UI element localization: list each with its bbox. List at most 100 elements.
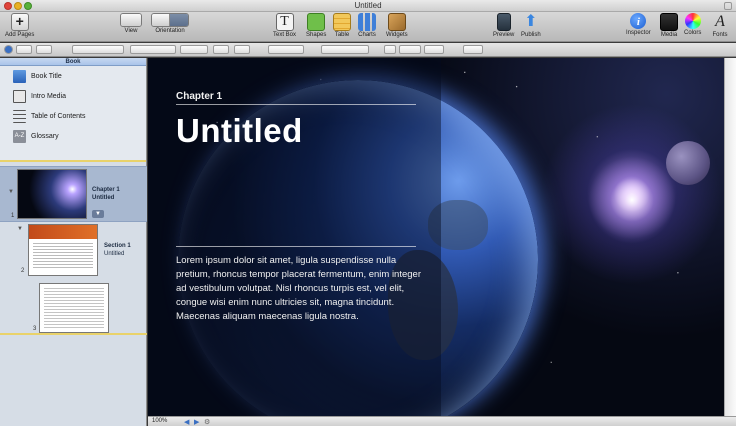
- format-bar: [0, 43, 736, 57]
- vertical-scrollbar[interactable]: [724, 58, 736, 416]
- inspector-label: Inspector: [626, 30, 651, 36]
- text-box-icon: T: [275, 13, 294, 31]
- page-number: 1: [11, 213, 15, 219]
- alignment-buttons[interactable]: [321, 45, 369, 54]
- table-label: Table: [334, 32, 350, 38]
- table-icon: [333, 13, 351, 31]
- main-toolbar: + Add Pages View Orientation T Text Box …: [0, 12, 736, 42]
- chapter-thumb-label: Chapter 1: [92, 187, 120, 193]
- status-bar: 100% ◀ ▶ ⚙: [148, 416, 736, 426]
- chapter-thumb-sublabel: Untitled: [92, 195, 115, 201]
- line-spacing-icon[interactable]: [384, 45, 396, 54]
- preview-label: Preview: [493, 32, 515, 38]
- sidebar-item-label: Glossary: [31, 132, 59, 140]
- add-pages-label: Add Pages: [5, 32, 35, 38]
- shapes-button[interactable]: Shapes: [306, 13, 326, 38]
- font-size-field[interactable]: [180, 45, 208, 54]
- media-label: Media: [660, 32, 678, 38]
- window-title: Untitled: [354, 1, 382, 10]
- body-text[interactable]: Lorem ipsum dolor sit amet, ligula suspe…: [176, 254, 421, 324]
- section-thumbnail[interactable]: [28, 224, 98, 276]
- body-rule: [176, 246, 416, 247]
- chapter-heading[interactable]: Chapter 1: [176, 91, 222, 102]
- page-action-gear-icon[interactable]: ⚙: [204, 418, 210, 426]
- widgets-icon: [387, 13, 406, 31]
- list-bullets-dropdown[interactable]: [463, 45, 483, 54]
- page-thumbnail-chapter-1[interactable]: ▼ Chapter 1 Untitled 1: [0, 166, 147, 222]
- font-style-dropdown[interactable]: [130, 45, 176, 54]
- fonts-label: Fonts: [712, 32, 728, 38]
- sidebar-item-label: Book Title: [31, 72, 62, 80]
- sidebar-header: Book: [0, 58, 146, 66]
- columns-dropdown[interactable]: [424, 45, 444, 54]
- colors-label: Colors: [684, 30, 702, 36]
- plus-icon: +: [10, 13, 29, 31]
- paragraph-style-icon[interactable]: [4, 45, 13, 54]
- shapes-icon: [307, 13, 326, 31]
- page-number: 3: [33, 326, 37, 332]
- widgets-label: Widgets: [386, 32, 408, 38]
- sidebar-item-glossary[interactable]: A-Z Glossary: [0, 126, 146, 146]
- charts-label: Charts: [358, 32, 376, 38]
- chapter-title[interactable]: Untitled: [176, 112, 303, 150]
- sidebar-item-table-of-contents[interactable]: Table of Contents: [0, 106, 146, 126]
- view-button[interactable]: View: [120, 13, 142, 34]
- page-thumbnail-3[interactable]: [39, 283, 109, 333]
- media-icon: [660, 13, 678, 31]
- toolbar-toggle-icon[interactable]: [724, 2, 732, 10]
- charts-button[interactable]: Charts: [358, 13, 376, 38]
- view-icon: [120, 13, 142, 27]
- color-wheel-icon: [684, 13, 701, 29]
- page-thumb-text: [44, 288, 104, 328]
- zoom-dropdown[interactable]: 100%: [152, 418, 167, 424]
- info-icon: i: [630, 13, 647, 29]
- publish-button[interactable]: ⬆ Publish: [521, 13, 541, 38]
- preview-icon: [496, 13, 511, 31]
- line-spacing-dropdown[interactable]: [399, 45, 421, 54]
- disclosure-triangle-icon[interactable]: ▼: [17, 226, 23, 232]
- sidebar-item-book-title[interactable]: Book Title: [0, 66, 146, 86]
- text-box-label: Text Box: [273, 32, 297, 38]
- fonts-icon: A: [715, 13, 725, 30]
- media-button[interactable]: Media: [660, 13, 678, 38]
- inspector-button[interactable]: i Inspector: [626, 13, 651, 36]
- shapes-label: Shapes: [306, 32, 327, 38]
- next-page-icon[interactable]: ▶: [194, 418, 199, 426]
- charts-icon: [358, 13, 376, 31]
- table-button[interactable]: Table: [333, 13, 351, 38]
- sidebar-item-label: Table of Contents: [31, 112, 86, 120]
- text-color-well[interactable]: [213, 45, 229, 54]
- list-style-dropdown[interactable]: [36, 45, 52, 54]
- text-box-button[interactable]: T Text Box: [273, 13, 296, 38]
- colors-button[interactable]: Colors: [684, 13, 701, 36]
- highlight-color-well[interactable]: [234, 45, 250, 54]
- orientation-icon: [151, 13, 189, 27]
- view-label: View: [124, 28, 138, 34]
- orientation-label: Orientation: [155, 28, 185, 34]
- sidebar-divider: [0, 333, 147, 335]
- orientation-control[interactable]: Orientation: [151, 13, 189, 34]
- page-number: 2: [21, 268, 25, 274]
- section-thumb-label: Section 1: [104, 243, 131, 249]
- font-family-dropdown[interactable]: [72, 45, 124, 54]
- chapter-menu-button[interactable]: ▼: [92, 210, 104, 218]
- preview-button[interactable]: Preview: [493, 13, 514, 38]
- page-canvas[interactable]: Chapter 1 Untitled Lorem ipsum dolor sit…: [148, 58, 724, 416]
- sun-flare: [588, 156, 676, 244]
- sidebar-item-intro-media[interactable]: Intro Media: [0, 86, 146, 106]
- bold-italic-underline-buttons[interactable]: [268, 45, 304, 54]
- add-pages-button[interactable]: + Add Pages: [5, 13, 34, 38]
- book-sidebar: Book Book Title Intro Media Table of Con…: [0, 58, 147, 426]
- previous-page-icon[interactable]: ◀: [184, 418, 189, 426]
- disclosure-triangle-icon[interactable]: ▼: [8, 189, 14, 195]
- glossary-icon: A-Z: [13, 129, 26, 143]
- style-dropdown[interactable]: [16, 45, 32, 54]
- moon-image: [666, 141, 710, 185]
- widgets-button[interactable]: Widgets: [386, 13, 408, 38]
- fonts-button[interactable]: A Fonts: [711, 13, 729, 38]
- intro-media-icon: [13, 89, 26, 103]
- book-icon: [13, 69, 26, 83]
- chapter-rule: [176, 104, 416, 105]
- publish-label: Publish: [521, 32, 541, 38]
- title-bar: Untitled: [0, 0, 736, 12]
